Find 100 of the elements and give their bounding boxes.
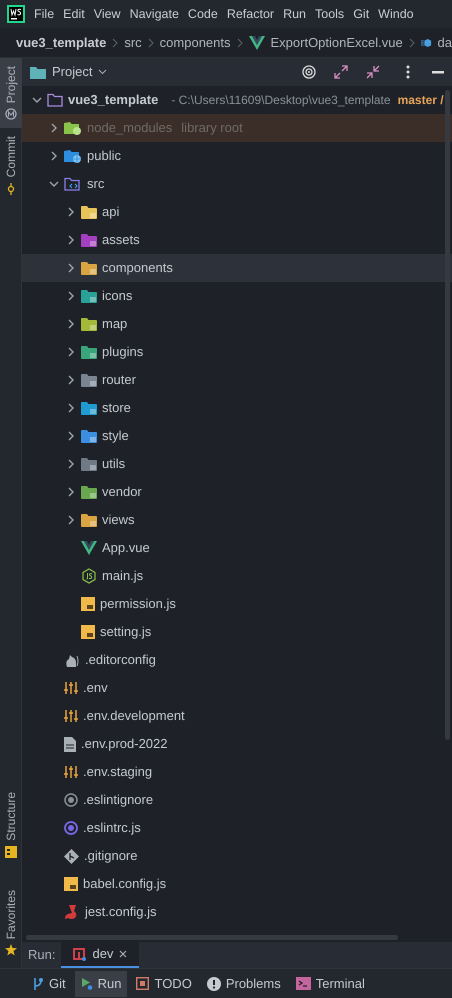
menu-item[interactable]: Edit: [63, 4, 85, 24]
file-name: main.js: [102, 567, 144, 586]
tree-row[interactable]: .env: [22, 674, 452, 702]
tree-row[interactable]: permission.js: [22, 590, 452, 618]
tree-row[interactable]: .eslintrc.js: [22, 814, 452, 842]
tree-row[interactable]: .env.development: [22, 702, 452, 730]
tree-row[interactable]: .eslintignore: [22, 786, 452, 814]
tree-row[interactable]: vue3_template - C:\Users\11609\Desktop\vue3_template master /: [22, 86, 452, 114]
tree-row[interactable]: .editorconfig: [22, 646, 452, 674]
breadcrumb-item[interactable]: ExportOptionExcel.vue: [270, 32, 403, 52]
menu-item[interactable]: Git: [353, 4, 370, 24]
tree-row[interactable]: api: [22, 198, 452, 226]
expand-icon[interactable]: [334, 65, 348, 79]
branch-icon: [32, 976, 44, 990]
minimize-icon[interactable]: [432, 70, 444, 74]
breadcrumb-item[interactable]: src: [124, 32, 142, 52]
chevron-down-icon[interactable]: [98, 69, 108, 75]
chevron-right-icon[interactable]: [66, 347, 76, 357]
js-file-icon: [81, 597, 95, 611]
folder-icon: [64, 121, 82, 135]
close-icon[interactable]: [119, 950, 128, 958]
chevron-down-icon[interactable]: [49, 179, 59, 189]
app-logo-icon: [7, 5, 25, 23]
branch-name: master /: [398, 92, 444, 109]
tree-row[interactable]: App.vue: [22, 534, 452, 562]
chevron-right-icon[interactable]: [66, 375, 76, 385]
chevron-right-icon: [112, 38, 118, 48]
sliders-icon: [64, 709, 78, 723]
chevron-right-icon[interactable]: [66, 431, 76, 441]
file-name: views: [102, 511, 135, 530]
tree-row[interactable]: assets: [22, 226, 452, 254]
chevron-right-icon: [236, 38, 242, 48]
file-name: router: [102, 371, 136, 390]
side-tab[interactable]: Commit: [0, 128, 22, 203]
chevron-right-icon[interactable]: [66, 291, 76, 301]
chevron-right-icon[interactable]: [49, 151, 59, 161]
tree-row[interactable]: views: [22, 506, 452, 534]
target-icon[interactable]: [302, 65, 316, 79]
sliders-icon: [64, 681, 78, 695]
sliders-icon: [64, 765, 78, 779]
tree-row[interactable]: .gitignore: [22, 842, 452, 870]
chevron-right-icon[interactable]: [66, 459, 76, 469]
document-icon: [64, 736, 76, 752]
chevron-right-icon[interactable]: [49, 123, 59, 133]
horizontal-scrollbar[interactable]: [26, 935, 398, 940]
tree-row[interactable]: main.js: [22, 562, 452, 590]
tool-window-button[interactable]: Git: [26, 970, 72, 996]
side-tab[interactable]: Favorites: [0, 882, 22, 964]
chevron-right-icon[interactable]: [66, 235, 76, 245]
menu-item[interactable]: Code: [188, 4, 218, 24]
chevron-right-icon[interactable]: [66, 403, 76, 413]
more-icon[interactable]: [406, 65, 410, 79]
scrollbar[interactable]: [445, 90, 450, 740]
tree-row[interactable]: .env.staging: [22, 758, 452, 786]
chevron-right-icon[interactable]: [66, 319, 76, 329]
collapse-icon[interactable]: [366, 65, 380, 79]
chevron-down-icon[interactable]: [32, 95, 42, 105]
source-folder-icon: [64, 177, 82, 191]
menu-item[interactable]: Refactor: [226, 4, 274, 24]
vue-icon: [81, 541, 97, 555]
tool-window-button[interactable]: Run: [74, 970, 128, 996]
tree-row[interactable]: plugins: [22, 338, 452, 366]
tree-row[interactable]: babel.config.js: [22, 870, 452, 898]
tree-row[interactable]: store: [22, 394, 452, 422]
side-tab[interactable]: Project: [0, 58, 22, 128]
tree-row[interactable]: .env.prod-2022: [22, 730, 452, 758]
file-name: .env.development: [83, 707, 185, 726]
tree-row[interactable]: map: [22, 310, 452, 338]
menu-item[interactable]: Navigate: [130, 4, 179, 24]
side-tab[interactable]: Structure: [0, 784, 22, 866]
breadcrumb-item[interactable]: vue3_template: [16, 32, 106, 52]
file-name: utils: [102, 455, 126, 474]
tree-row[interactable]: vendor: [22, 478, 452, 506]
chevron-right-icon[interactable]: [66, 515, 76, 525]
tree-row[interactable]: components: [22, 254, 452, 282]
chevron-right-icon[interactable]: [66, 207, 76, 217]
menu-item[interactable]: Tools: [315, 4, 344, 24]
tool-window-button[interactable]: TODO: [130, 970, 198, 996]
tree-row[interactable]: style: [22, 422, 452, 450]
chevron-right-icon[interactable]: [66, 487, 76, 497]
menu-item[interactable]: File: [34, 4, 54, 24]
tree-row[interactable]: setting.js: [22, 618, 452, 646]
menu-item[interactable]: Windo: [378, 4, 414, 24]
tree-row[interactable]: icons: [22, 282, 452, 310]
chevron-right-icon[interactable]: [66, 263, 76, 273]
tree-row[interactable]: router: [22, 366, 452, 394]
run-tab[interactable]: dev: [61, 942, 140, 968]
tree-row[interactable]: src: [22, 170, 452, 198]
star-icon: [5, 944, 17, 956]
tree-row[interactable]: utils: [22, 450, 452, 478]
menu-item[interactable]: Run: [283, 4, 306, 24]
tool-window-button[interactable]: Problems: [200, 970, 287, 996]
file-name: .gitignore: [84, 847, 138, 866]
menu-item[interactable]: View: [94, 4, 121, 24]
tree-row[interactable]: jest.config.js: [22, 898, 452, 926]
breadcrumb-item[interactable]: da: [438, 32, 452, 52]
tool-window-button[interactable]: Terminal: [290, 970, 371, 996]
breadcrumb-item[interactable]: components: [160, 32, 230, 52]
tree-row[interactable]: public: [22, 142, 452, 170]
terminal-icon: [296, 977, 311, 990]
